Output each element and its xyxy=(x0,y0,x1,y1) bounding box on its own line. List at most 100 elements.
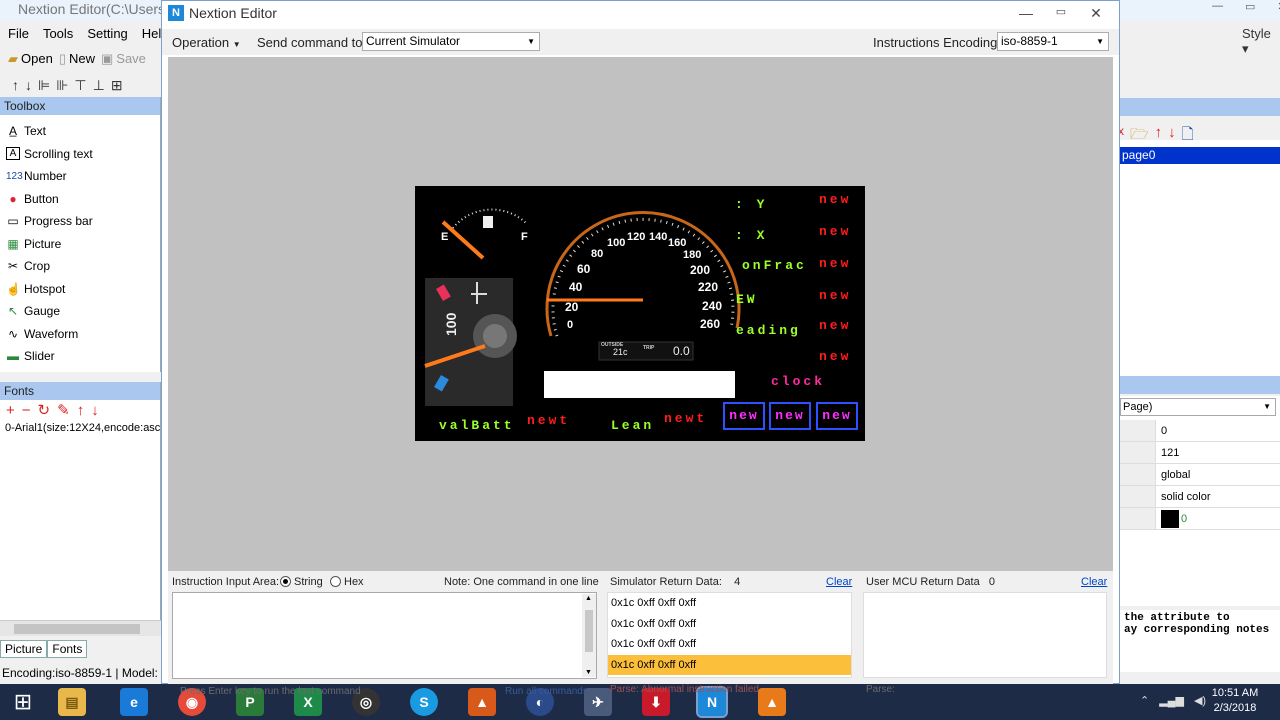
file-explorer-icon[interactable]: ▤ xyxy=(58,688,86,716)
remove-font-icon[interactable]: − xyxy=(22,400,31,422)
vlc-icon[interactable]: ▲ xyxy=(758,688,786,716)
clear-simulator-link[interactable]: Clear xyxy=(826,576,852,588)
attribute-object-select[interactable]: Page) ▼ xyxy=(1120,398,1276,416)
outside-temp: 21c xyxy=(613,347,628,357)
return-row[interactable]: 0x1c 0xff 0xff 0xff xyxy=(608,614,851,635)
toolbox-item-scrolling-text[interactable]: A Scrolling text xyxy=(0,143,160,166)
new-text-6: new xyxy=(819,349,852,364)
save-button[interactable]: ▣ Save xyxy=(101,48,146,70)
toolbox-item-number[interactable]: 123 Number xyxy=(0,165,160,188)
toolbox-item-gauge[interactable]: ↖ Gauge xyxy=(0,300,160,323)
mcu-return-label: User MCU Return Data 0 xyxy=(866,576,995,588)
menu-tools[interactable]: Tools xyxy=(43,22,73,46)
return-row-selected[interactable]: 0x1c 0xff 0xff 0xff xyxy=(608,654,851,675)
hmi-screen[interactable]: E F 100 0 20 40 60 80 100 120 140 160 18… xyxy=(415,186,865,441)
tab-fonts[interactable]: Fonts xyxy=(47,640,88,658)
align-left-icon[interactable]: ⊫ xyxy=(38,74,50,96)
new-label: New xyxy=(68,51,95,66)
page-up-icon[interactable]: ↑ xyxy=(1155,124,1163,149)
instruction-input[interactable] xyxy=(172,592,597,679)
page-list-item[interactable]: page0 xyxy=(1120,147,1280,164)
waveform-icon: ∿ xyxy=(7,326,19,341)
taskbar-clock[interactable]: 10:51 AM 2/3/2018 xyxy=(1205,686,1265,716)
edit-font-icon[interactable]: ✎ xyxy=(57,400,70,422)
attribute-row[interactable]: global xyxy=(1120,464,1280,486)
hex-radio[interactable]: Hex xyxy=(330,576,364,588)
toolbox-item-slider[interactable]: ▬ Slider xyxy=(0,345,160,368)
toolbox-item-text[interactable]: A̲ Text xyxy=(0,120,160,143)
toolbox-item-button[interactable]: ● Button xyxy=(0,188,160,211)
hmi-new-button-1[interactable]: new xyxy=(723,402,765,430)
align-bottom-icon[interactable]: ⊥ xyxy=(93,74,105,96)
move-down-icon[interactable]: ↓ xyxy=(25,74,32,96)
move-up-icon[interactable]: ↑ xyxy=(12,74,19,96)
clear-mcu-link[interactable]: Clear xyxy=(1081,576,1107,588)
input-vertical-scrollbar[interactable]: ▲ ▼ xyxy=(582,594,596,677)
attribute-row[interactable]: 121 xyxy=(1120,442,1280,464)
return-row[interactable]: 0x1c 0xff 0xff 0xff xyxy=(608,593,851,614)
encoding-select[interactable]: iso-8859-1 ▼ xyxy=(997,32,1109,51)
satellite-app-icon[interactable]: ✈ xyxy=(584,688,612,716)
menu-setting[interactable]: Setting xyxy=(87,22,127,46)
attribute-row[interactable]: 0 xyxy=(1120,508,1280,530)
copy-page-icon[interactable]: 🗋 xyxy=(1182,124,1194,149)
attribute-value: solid color xyxy=(1161,491,1211,503)
tab-picture[interactable]: Picture xyxy=(0,640,48,658)
scrollbar-thumb[interactable] xyxy=(585,610,593,652)
fonts-horizontal-scrollbar[interactable] xyxy=(0,620,161,636)
grid-icon[interactable]: ⊞ xyxy=(111,74,123,96)
toolbox-item-waveform[interactable]: ∿ Waveform xyxy=(0,323,160,346)
align-top-icon[interactable]: ⊤ xyxy=(74,74,86,96)
hmi-new-button-2[interactable]: new xyxy=(769,402,811,430)
scissors-icon: ✂ xyxy=(7,259,19,274)
skype-icon[interactable]: S xyxy=(410,688,438,716)
scroll-up-icon[interactable]: ▲ xyxy=(585,595,592,602)
network-icon[interactable]: ▂▄▆ xyxy=(1159,694,1184,707)
font-list-item[interactable]: 0-Arial1(size:12X24,encode:ascii,q xyxy=(0,422,160,434)
toolbox-item-hotspot[interactable]: ☝ Hotspot xyxy=(0,278,160,301)
tray-chevron-icon[interactable]: ⌃ xyxy=(1140,694,1149,707)
send-target-select[interactable]: Current Simulator ▼ xyxy=(362,32,540,51)
bg-maximize-icon[interactable]: ▭ xyxy=(1245,0,1255,18)
font-down-icon[interactable]: ↓ xyxy=(91,400,99,422)
speed-tick: 180 xyxy=(683,249,702,261)
ghost-run-all-text: Run all commands xyxy=(505,686,588,697)
simulator-return-count: 4 xyxy=(734,576,741,588)
maximize-button[interactable]: ▭ xyxy=(1047,5,1075,25)
add-font-icon[interactable]: + xyxy=(6,400,15,422)
string-radio[interactable]: String xyxy=(280,576,323,588)
speed-tick: 200 xyxy=(690,263,711,277)
attribute-row[interactable]: 0 xyxy=(1120,420,1280,442)
matlab-icon[interactable]: ▲ xyxy=(468,688,496,716)
hmi-new-button-3[interactable]: new xyxy=(816,402,858,430)
style-menu[interactable]: Style ▾ xyxy=(1242,26,1280,57)
windows-start-icon[interactable]: ⊞ xyxy=(8,688,38,716)
open-folder-icon[interactable]: 🗁 xyxy=(1130,124,1149,149)
x-label: : X xyxy=(735,228,768,243)
operation-menu[interactable]: Operation ▼ xyxy=(172,35,241,50)
scroll-down-icon[interactable]: ▼ xyxy=(585,669,592,676)
scrollbar-thumb[interactable] xyxy=(14,624,140,634)
close-button[interactable]: ✕ xyxy=(1082,5,1110,25)
internet-explorer-icon[interactable]: e xyxy=(120,688,148,716)
minimize-button[interactable]: — xyxy=(1012,5,1040,25)
hmi-text-field[interactable] xyxy=(544,371,735,398)
attribute-panel-header xyxy=(1120,376,1280,394)
bg-minimize-icon[interactable]: — xyxy=(1212,0,1223,18)
toolbox-item-picture[interactable]: ▦ Picture xyxy=(0,233,160,256)
menu-file[interactable]: File xyxy=(8,22,29,46)
toolbox-item-label: Waveform xyxy=(24,326,79,341)
font-up-icon[interactable]: ↑ xyxy=(77,400,85,422)
fonts-panel: Fonts + − ↻ ✎ ↑ ↓ 0-Arial1(size:12X24,en… xyxy=(0,382,161,632)
toolbox-header: Toolbox xyxy=(0,97,160,115)
return-row[interactable]: 0x1c 0xff 0xff 0xff xyxy=(608,634,851,655)
toolbox-item-label: Number xyxy=(24,169,67,184)
new-button[interactable]: ▯ New xyxy=(59,48,95,70)
attribute-row[interactable]: solid color xyxy=(1120,486,1280,508)
align-right-icon[interactable]: ⊪ xyxy=(56,74,68,96)
toolbox-item-crop[interactable]: ✂ Crop xyxy=(0,255,160,278)
replace-font-icon[interactable]: ↻ xyxy=(38,400,51,422)
page-down-icon[interactable]: ↓ xyxy=(1168,124,1176,149)
toolbox-item-progress-bar[interactable]: ▭ Progress bar xyxy=(0,210,160,233)
open-button[interactable]: ▰ Open xyxy=(8,48,53,70)
